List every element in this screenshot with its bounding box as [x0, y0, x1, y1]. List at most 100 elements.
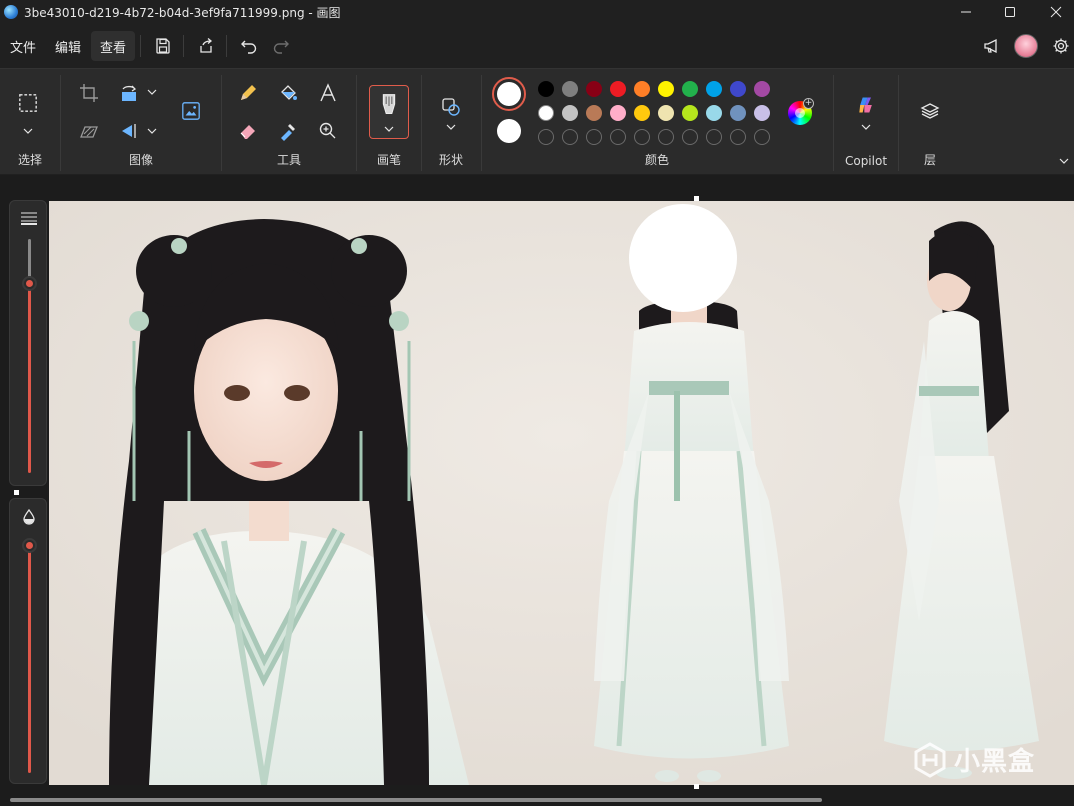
ribbon-collapse-button[interactable]: [1058, 155, 1070, 167]
zoom-in-icon: [319, 122, 336, 139]
edit-colors-button[interactable]: +: [788, 98, 814, 125]
gear-icon: [1053, 38, 1069, 54]
primary-color-ring[interactable]: [492, 77, 526, 111]
custom-color-slot[interactable]: [706, 129, 722, 145]
drawing-canvas[interactable]: [49, 201, 1074, 785]
color-swatch[interactable]: [706, 81, 722, 97]
window-title: 3be43010-d219-4b72-b04d-3ef9fa711999.png…: [24, 5, 341, 20]
menu-divider: [226, 35, 228, 57]
flip-button[interactable]: [115, 117, 143, 145]
layers-button[interactable]: [916, 97, 944, 125]
custom-color-slot[interactable]: [538, 129, 554, 145]
opacity-slider-track-filled: [28, 541, 31, 773]
custom-color-slot[interactable]: [754, 129, 770, 145]
settings-button[interactable]: [1046, 31, 1074, 61]
chevron-down-icon: [147, 89, 157, 95]
paint-bucket-icon: [281, 85, 297, 100]
color-swatch[interactable]: [706, 105, 722, 121]
size-slider-track-filled: [28, 283, 31, 473]
brushes-group: 画笔: [357, 69, 421, 175]
opacity-drop-icon: [23, 509, 35, 525]
color-swatch[interactable]: [562, 105, 578, 121]
primary-color: [497, 82, 521, 106]
size-slider-knob[interactable]: [22, 276, 37, 291]
shapes-dropdown-button[interactable]: [445, 121, 457, 133]
color-swatch[interactable]: [658, 81, 674, 97]
copilot-button[interactable]: [852, 91, 880, 119]
copilot-dropdown-button[interactable]: [860, 121, 872, 133]
custom-color-slot[interactable]: [682, 129, 698, 145]
share-button[interactable]: [191, 31, 221, 61]
select-tool-button[interactable]: [14, 89, 42, 117]
menu-divider: [183, 35, 185, 57]
color-swatch[interactable]: [682, 81, 698, 97]
flip-dropdown-button[interactable]: [146, 125, 158, 137]
redo-button[interactable]: [266, 31, 296, 61]
canvas-resize-handle-left[interactable]: [14, 490, 19, 495]
save-button[interactable]: [148, 31, 178, 61]
custom-color-slot[interactable]: [586, 129, 602, 145]
plus-icon: +: [803, 98, 814, 109]
color-swatch[interactable]: [754, 105, 770, 121]
resize-button[interactable]: [75, 117, 103, 145]
tools-group-label: 工具: [276, 153, 301, 167]
shapes-icon: [442, 98, 460, 116]
rotate-button[interactable]: [115, 79, 143, 107]
color-swatch[interactable]: [730, 105, 746, 121]
color-swatch[interactable]: [730, 81, 746, 97]
chevron-down-icon: [147, 128, 157, 134]
canvas-resize-handle-top[interactable]: [694, 196, 699, 201]
opacity-slider-knob[interactable]: [22, 538, 37, 553]
color-swatch[interactable]: [634, 105, 650, 121]
image-ai-button[interactable]: [177, 97, 205, 125]
crop-button[interactable]: [75, 79, 103, 107]
color-swatch[interactable]: [682, 105, 698, 121]
custom-color-slot[interactable]: [562, 129, 578, 145]
eraser-tool-button[interactable]: [234, 117, 262, 145]
shapes-button[interactable]: [437, 93, 465, 121]
text-tool-button[interactable]: [314, 79, 342, 107]
color-swatch[interactable]: [658, 105, 674, 121]
color-swatch[interactable]: [538, 81, 554, 97]
fill-tool-button[interactable]: [274, 79, 302, 107]
paint-app-icon: [4, 5, 18, 19]
undo-icon: [241, 40, 257, 54]
pencil-tool-button[interactable]: [234, 79, 262, 107]
custom-color-slot[interactable]: [658, 129, 674, 145]
close-window-button[interactable]: [1032, 0, 1074, 24]
color-swatch[interactable]: [586, 81, 602, 97]
maximize-button[interactable]: [986, 0, 1034, 24]
secondary-color[interactable]: [497, 119, 521, 143]
minimize-button[interactable]: [942, 0, 990, 24]
shapes-group-label: 形状: [438, 153, 463, 167]
color-swatch[interactable]: [634, 81, 650, 97]
color-picker-button[interactable]: [274, 117, 302, 145]
share-icon: [200, 38, 213, 53]
flip-icon: [122, 124, 136, 138]
color-swatch[interactable]: [754, 81, 770, 97]
menu-view[interactable]: 查看: [91, 31, 136, 61]
select-dropdown-button[interactable]: [22, 125, 34, 137]
rotate-icon: [122, 85, 137, 101]
magnifier-button[interactable]: [314, 117, 342, 145]
color-swatch[interactable]: [610, 81, 626, 97]
color-swatch[interactable]: [562, 81, 578, 97]
custom-color-slot[interactable]: [610, 129, 626, 145]
canvas-resize-handle-bottom[interactable]: [694, 784, 699, 789]
feedback-button[interactable]: [977, 31, 1007, 61]
rotate-dropdown-button[interactable]: [146, 86, 158, 98]
user-avatar[interactable]: [1014, 34, 1038, 58]
horizontal-scrollbar[interactable]: [10, 798, 822, 802]
menu-file[interactable]: 文件: [1, 31, 45, 61]
brushes-group-label: 画笔: [376, 153, 401, 167]
resize-skew-icon: [80, 126, 98, 138]
redo-icon: [273, 40, 290, 54]
color-swatch[interactable]: [610, 105, 626, 121]
custom-color-slot[interactable]: [730, 129, 746, 145]
menu-edit[interactable]: 编辑: [46, 31, 90, 61]
color-swatch[interactable]: [538, 105, 554, 121]
chevron-down-icon: [23, 128, 33, 134]
color-swatch[interactable]: [586, 105, 602, 121]
undo-button[interactable]: [234, 31, 264, 61]
custom-color-slot[interactable]: [634, 129, 650, 145]
